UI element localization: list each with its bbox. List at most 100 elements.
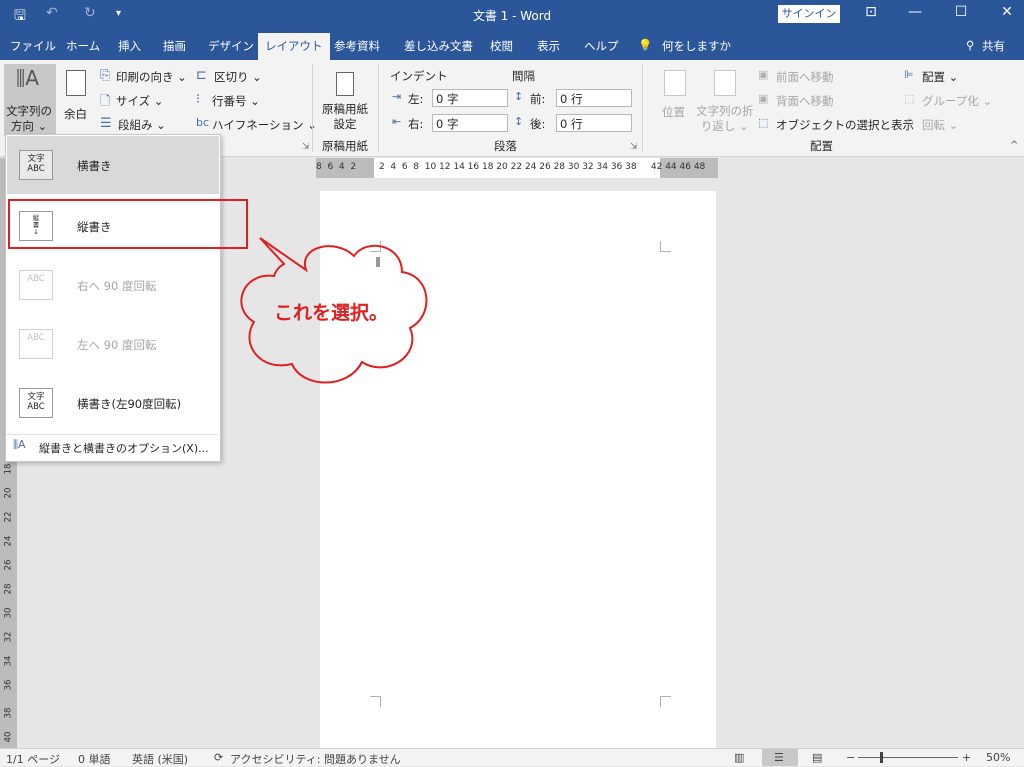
text-direction-button[interactable]: ⫼A 文字列の 方向 ⌄	[4, 64, 56, 136]
hyphenation-icon: bc	[196, 116, 210, 129]
web-layout-icon[interactable]: ▤	[812, 751, 822, 764]
tab-review[interactable]: 校閲	[490, 38, 513, 54]
breaks-icon: ⊏	[196, 68, 207, 83]
wrap-text-button[interactable]: 文字列の折 り返し ⌄	[696, 104, 754, 134]
align-icon: ⊫	[904, 68, 914, 81]
menu-item-options[interactable]: ⫼A 縦書きと横書きのオプション(X)...	[7, 436, 219, 458]
tab-help[interactable]: ヘルプ	[584, 38, 619, 54]
size-button[interactable]: サイズ ⌄	[116, 93, 163, 109]
zoom-slider-thumb[interactable]	[880, 752, 883, 763]
tab-layout[interactable]: レイアウト	[258, 33, 330, 60]
zoom-level[interactable]: 50%	[986, 751, 1010, 764]
menu-separator	[6, 434, 218, 435]
menu-item-rotate-left[interactable]: ABC 左へ 90 度回転	[7, 315, 219, 373]
line-numbers-icon: ⁝	[196, 92, 201, 107]
position-button[interactable]: 位置	[662, 104, 685, 120]
menu-item-horizontal-rotated[interactable]: 文字 ABC 横書き(左90度回転)	[7, 374, 219, 432]
ruler-number: 40	[3, 731, 14, 743]
bring-forward-button[interactable]: 前面へ移動	[776, 69, 834, 85]
menu-item-label: 縦書きと横書きのオプション(X)...	[39, 442, 209, 455]
spacing-before-input[interactable]: 0 行	[556, 89, 632, 107]
maximize-icon[interactable]: ☐	[946, 4, 976, 20]
align-button[interactable]: 配置 ⌄	[922, 69, 958, 85]
tab-references[interactable]: 参考資料	[334, 38, 380, 54]
close-icon[interactable]: ✕	[992, 4, 1022, 20]
tab-mailings[interactable]: 差し込み文書	[404, 38, 473, 54]
horizontal-text-icon: 文字 ABC	[19, 150, 53, 180]
menu-item-horizontal[interactable]: 文字 ABC 横書き	[7, 136, 219, 194]
zoom-in-icon[interactable]: +	[962, 751, 971, 764]
indent-left-input[interactable]: 0 字	[432, 89, 508, 107]
page-setup-launcher-icon[interactable]: ⇲	[302, 142, 310, 152]
ruler-number: 38	[3, 707, 14, 719]
orientation-button[interactable]: 印刷の向き ⌄	[116, 69, 187, 85]
indent-right-label: 右:	[408, 117, 424, 131]
ruler-number: 24	[3, 535, 14, 547]
tab-draw[interactable]: 描画	[163, 38, 186, 54]
rotate-right-text-icon: ABC	[19, 270, 53, 300]
margins-icon	[66, 70, 86, 96]
hyphenation-button[interactable]: ハイフネーション ⌄	[212, 117, 317, 133]
margins-button[interactable]: 余白	[62, 64, 90, 136]
rotate-button[interactable]: 回転 ⌄	[922, 117, 958, 133]
menu-item-label: 横書き(左90度回転)	[77, 397, 182, 411]
tab-design[interactable]: デザイン	[208, 38, 254, 54]
group-icon: ⬚	[904, 92, 915, 105]
share-button[interactable]: 共有	[982, 38, 1005, 54]
breaks-button[interactable]: 区切り ⌄	[214, 69, 262, 85]
text-direction-options-icon: ⫼A	[13, 438, 26, 451]
zoom-out-icon[interactable]: −	[846, 751, 855, 764]
manuscript-group-label: 原稿用紙	[322, 139, 368, 153]
columns-button[interactable]: 段組み ⌄	[118, 117, 166, 133]
spacing-title: 間隔	[512, 69, 535, 83]
ribbon-tabs: ファイル ホーム 挿入 描画 デザイン レイアウト 参考資料 差し込み文書 校閲…	[0, 30, 1024, 60]
minimize-icon[interactable]: —	[900, 4, 930, 20]
ruler-number: 22	[3, 511, 14, 523]
spacing-before-icon: ↕	[514, 90, 524, 103]
tab-insert[interactable]: 挿入	[118, 38, 141, 54]
lightbulb-icon: 💡	[638, 38, 653, 52]
manuscript-settings-label: 原稿用紙 設定	[322, 102, 368, 131]
paragraph-launcher-icon[interactable]: ⇲	[630, 142, 638, 152]
text-direction-menu: 文字 ABC 横書き 縦 書 ↓ 縦書き ABC 右へ 90 度回転 ABC 左…	[5, 134, 221, 462]
zoom-slider[interactable]	[858, 757, 958, 758]
ruler-number: 32	[3, 631, 14, 643]
highlight-annotation-box	[8, 199, 248, 249]
read-mode-icon[interactable]: ▥	[734, 751, 744, 764]
selection-pane-button[interactable]: オブジェクトの選択と表示	[776, 117, 914, 133]
orientation-icon: ⎘	[100, 68, 111, 83]
menu-item-rotate-right[interactable]: ABC 右へ 90 度回転	[7, 256, 219, 314]
ribbon-display-icon[interactable]: ⊡	[856, 4, 886, 20]
tell-me-search[interactable]: 何をしますか	[662, 38, 731, 54]
signin-button[interactable]: サインイン	[778, 5, 840, 23]
margin-corner-mark	[370, 696, 381, 707]
ruler-number: 18	[3, 463, 14, 475]
menu-item-label: 左へ 90 度回転	[77, 338, 157, 352]
collapse-ribbon-icon[interactable]: ^	[1010, 140, 1018, 151]
spacing-after-icon: ↕	[514, 115, 524, 128]
indent-title: インデント	[390, 69, 448, 83]
tab-file[interactable]: ファイル	[10, 38, 56, 54]
send-backward-button[interactable]: 背面へ移動	[776, 93, 834, 109]
tab-home[interactable]: ホーム	[66, 38, 100, 54]
spacing-after-input[interactable]: 0 行	[556, 114, 632, 132]
accessibility-icon: ⟳	[214, 751, 224, 764]
rotate-icon: ⟲	[904, 116, 914, 129]
menu-item-label: 右へ 90 度回転	[77, 279, 157, 293]
text-direction-icon: ⫼A	[16, 66, 39, 90]
share-icon[interactable]: ⚲	[966, 38, 974, 52]
line-numbers-button[interactable]: 行番号 ⌄	[212, 93, 260, 109]
selection-pane-icon: ⬚	[758, 116, 769, 129]
group-button[interactable]: グループ化 ⌄	[922, 93, 992, 109]
indent-left-icon: ⇥	[392, 90, 402, 103]
callout-text: これを選択。	[274, 302, 389, 324]
bring-forward-icon: ▣	[758, 68, 769, 81]
tab-view[interactable]: 表示	[537, 38, 560, 54]
indent-left-label: 左:	[408, 92, 424, 106]
manuscript-settings-button[interactable]: 原稿用紙 設定	[318, 64, 374, 136]
text-direction-label: 文字列の 方向 ⌄	[6, 104, 52, 133]
margin-corner-mark	[660, 696, 671, 707]
paragraph-group-label: 段落	[494, 139, 517, 153]
margin-corner-mark	[660, 241, 671, 252]
indent-right-input[interactable]: 0 字	[432, 114, 508, 132]
